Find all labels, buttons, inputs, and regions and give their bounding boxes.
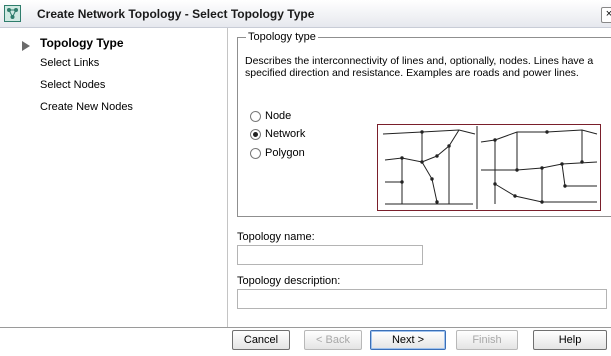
radio-node-circle[interactable]: [250, 110, 261, 122]
title-bar: Create Network Topology - Select Topolog…: [0, 0, 611, 28]
network-topology-icon: [4, 5, 21, 22]
nav-divider: [227, 28, 228, 328]
next-button-label[interactable]: Next >: [392, 334, 424, 346]
wizard-steps: [0, 28, 227, 328]
step-create-new-nodes[interactable]: Create New Nodes: [40, 101, 133, 113]
radio-network[interactable]: Network: [250, 128, 305, 140]
topology-type-legend: Topology type: [246, 31, 318, 43]
topology-type-description: Describes the interconnectivity of lines…: [245, 55, 594, 79]
step-topology-type[interactable]: Topology Type: [40, 36, 124, 50]
network-diagram-illustration: [377, 124, 601, 211]
cancel-button[interactable]: Cancel: [232, 330, 290, 350]
radio-polygon-label[interactable]: Polygon: [265, 147, 305, 159]
step-select-links[interactable]: Select Links: [40, 57, 99, 69]
help-button-label[interactable]: Help: [559, 334, 582, 346]
close-icon[interactable]: ×: [601, 7, 611, 23]
finish-button-label[interactable]: Finish: [472, 334, 501, 346]
topology-description-input[interactable]: [237, 289, 607, 309]
next-button[interactable]: Next >: [370, 330, 446, 350]
topology-description-label: Topology description:: [237, 275, 341, 287]
radio-network-label[interactable]: Network: [265, 128, 305, 140]
radio-network-circle[interactable]: [250, 128, 261, 140]
button-bar-divider: [0, 327, 611, 328]
step-select-nodes[interactable]: Select Nodes: [40, 79, 105, 91]
radio-polygon[interactable]: Polygon: [250, 147, 305, 159]
radio-node[interactable]: Node: [250, 110, 291, 122]
topology-name-label: Topology name:: [237, 231, 315, 243]
cancel-button-label[interactable]: Cancel: [244, 334, 278, 346]
back-button-label[interactable]: < Back: [316, 334, 350, 346]
triangle-right-icon: [22, 41, 30, 51]
help-button[interactable]: Help: [533, 330, 607, 350]
radio-node-label[interactable]: Node: [265, 110, 291, 122]
window-title: Create Network Topology - Select Topolog…: [37, 7, 315, 21]
back-button[interactable]: < Back: [304, 330, 362, 350]
radio-polygon-circle[interactable]: [250, 147, 261, 159]
finish-button[interactable]: Finish: [456, 330, 518, 350]
topology-name-input[interactable]: [237, 245, 423, 265]
